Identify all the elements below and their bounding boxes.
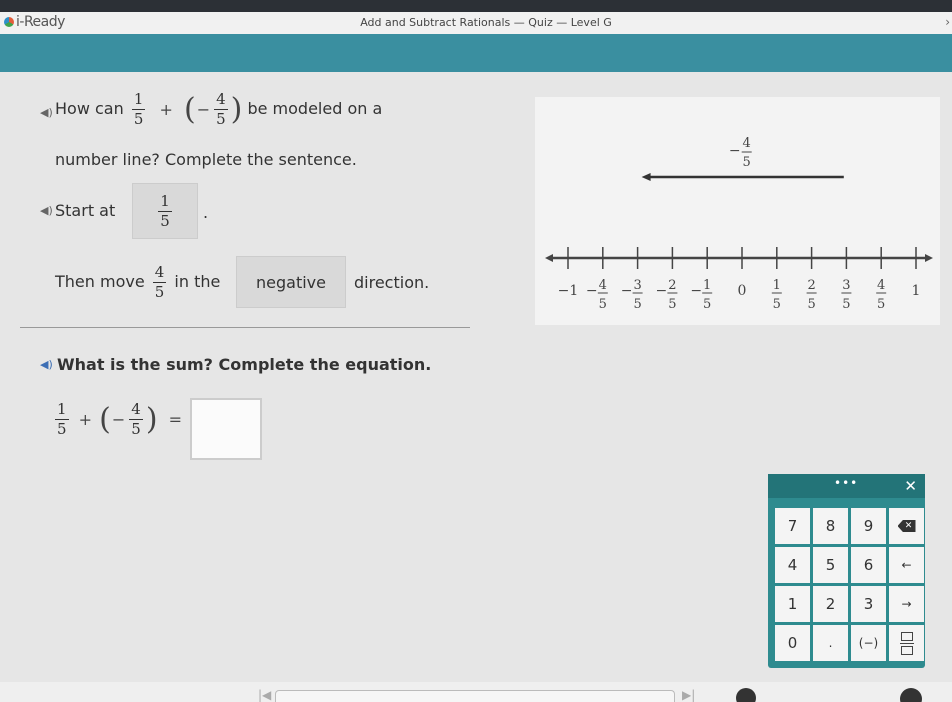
tick-denominator: 5 <box>668 297 676 312</box>
tick-denominator: 5 <box>877 297 885 312</box>
header-band <box>0 34 952 72</box>
key-3[interactable]: 3 <box>851 586 886 622</box>
keypad-keys: 7 8 9 ✕ 4 5 6 ← 1 2 3 → 0. (−) <box>775 508 924 661</box>
key-5[interactable]: 5 <box>813 547 848 583</box>
tick-numerator: 1 <box>773 278 781 293</box>
left-arrowhead <box>545 254 553 262</box>
key-1[interactable]: 1 <box>775 586 810 622</box>
fraction-four-fifths: 45 <box>214 90 228 128</box>
key-8[interactable]: 8 <box>813 508 848 544</box>
tick-numerator: 3 <box>842 278 850 293</box>
period: . <box>203 203 209 222</box>
tick-denominator: 5 <box>599 297 607 312</box>
pause-icon[interactable] <box>736 688 756 702</box>
fraction-icon <box>899 631 914 655</box>
tick-label: 0 <box>738 283 747 299</box>
question1-prompt: How can 15 + (− 4 5) be modeled on a <box>55 90 383 128</box>
tick-sign: − <box>690 283 702 299</box>
section-divider <box>20 327 470 328</box>
key-6[interactable]: 6 <box>851 547 886 583</box>
question1-prompt-line2: number line? Complete the sentence. <box>55 150 357 169</box>
tick-numerator: 4 <box>877 278 885 293</box>
tick-numerator: 2 <box>807 278 815 293</box>
screen-bezel <box>0 0 952 12</box>
prompt-text-after: be modeled on a <box>247 99 383 118</box>
tick-sign: − <box>656 283 668 299</box>
progress-bar <box>275 690 675 702</box>
tick-denominator: 5 <box>773 297 781 312</box>
negative-key[interactable]: (−) <box>851 625 886 661</box>
speaker-icon[interactable]: ◀) <box>40 106 53 119</box>
key-7[interactable]: 7 <box>775 508 810 544</box>
arrow-label-sign: − <box>729 143 741 159</box>
tick-label: −1 <box>558 283 579 299</box>
lesson-title: Add and Subtract Rationals — Quiz — Leve… <box>360 16 612 29</box>
key-0[interactable]: 0 <box>775 625 810 661</box>
fraction-four-fifths: 45 <box>152 263 167 301</box>
direction-answer-box[interactable]: negative <box>236 256 346 308</box>
tick-denominator: 5 <box>633 297 641 312</box>
start-answer-box[interactable]: 15 <box>132 183 198 239</box>
number-line-diagram: −1−45− 35− 25− 150 152535451− 45 <box>545 136 933 312</box>
backspace-key[interactable]: ✕ <box>889 508 924 544</box>
math-keypad: ••• ✕ 7 8 9 ✕ 4 5 6 ← 1 2 3 → 0. (−) <box>768 474 925 668</box>
key-2[interactable]: 2 <box>813 586 848 622</box>
tick-sign: − <box>621 283 633 299</box>
sum-answer-input[interactable] <box>190 398 262 460</box>
number-line-panel: −1−4 5−3 5−2 5−1 5 0 1 5 2 5 3 5 4 5 1−4 5 <box>535 97 940 325</box>
speaker-icon[interactable]: ◀) <box>40 204 53 217</box>
tick-denominator: 5 <box>807 297 815 312</box>
tick-numerator: 4 <box>599 278 607 293</box>
cursor-right-key[interactable]: → <box>889 586 924 622</box>
key-9[interactable]: 9 <box>851 508 886 544</box>
direction-label: direction. <box>354 273 430 292</box>
key-4[interactable]: 4 <box>775 547 810 583</box>
speaker-icon[interactable]: ◀) <box>40 358 53 371</box>
keypad-header[interactable]: ••• ✕ <box>768 474 925 498</box>
drag-handle-icon[interactable]: ••• <box>834 476 858 490</box>
decimal-key[interactable]: . <box>813 625 848 661</box>
arrow-label-denominator: 5 <box>743 155 751 170</box>
tick-numerator: 1 <box>703 278 711 293</box>
prompt-text: How can <box>55 99 124 118</box>
cursor-left-key[interactable]: ← <box>889 547 924 583</box>
tick-numerator: 2 <box>668 278 676 293</box>
tick-label: 1 <box>912 283 921 299</box>
move-sentence: Then move 45 in the <box>55 263 221 301</box>
previous-button[interactable]: |◀ <box>258 688 271 702</box>
tick-denominator: 5 <box>703 297 711 312</box>
tick-sign: − <box>586 283 598 299</box>
close-icon[interactable]: ✕ <box>904 477 917 495</box>
backspace-icon: ✕ <box>897 520 916 532</box>
right-arrowhead <box>925 254 933 262</box>
question2-prompt: What is the sum? Complete the equation. <box>57 355 432 374</box>
tick-denominator: 5 <box>842 297 850 312</box>
movement-arrowhead <box>641 173 651 181</box>
arrow-label-numerator: 4 <box>743 136 751 151</box>
chevron-right-icon[interactable]: › <box>945 15 950 29</box>
next-button[interactable]: ▶| <box>682 688 695 702</box>
tick-numerator: 3 <box>633 278 641 293</box>
plus-operator: + <box>159 100 173 119</box>
title-bar: i-Ready Add and Subtract Rationals — Qui… <box>0 12 952 34</box>
start-label: Start at <box>55 201 116 220</box>
fraction-one-fifth: 15 <box>131 90 146 128</box>
fraction-key[interactable] <box>889 625 924 661</box>
sum-equation: 15 + (− 4 5) = <box>55 400 183 438</box>
